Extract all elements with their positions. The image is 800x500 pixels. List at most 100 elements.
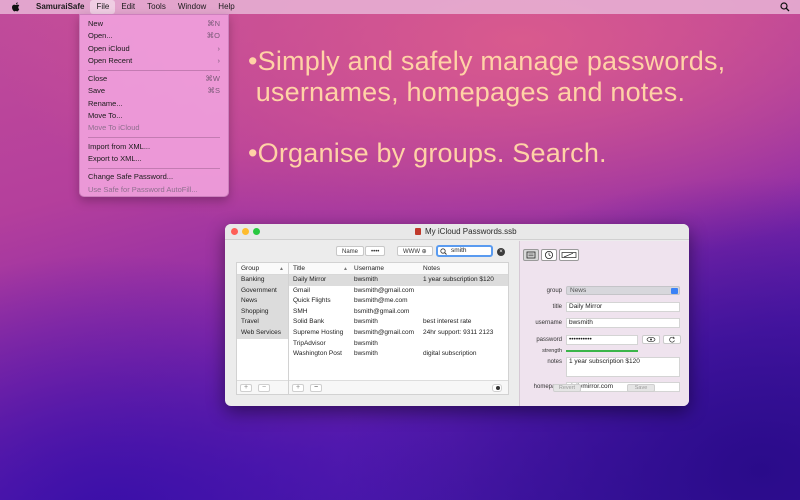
spotlight-search-icon[interactable]: [780, 2, 790, 12]
search-value: smith: [451, 247, 467, 254]
menu-tools[interactable]: Tools: [141, 0, 172, 14]
entry-options-icon[interactable]: [492, 384, 502, 392]
password-strength-bar: [566, 350, 638, 352]
column-header-username[interactable]: Username: [354, 263, 384, 275]
cell-username: bwsmith: [354, 339, 378, 347]
cell-title: Daily Mirror: [293, 276, 327, 283]
group-item-travel[interactable]: Travel: [237, 317, 288, 328]
group-item-banking[interactable]: Banking: [237, 275, 288, 286]
list-toolbar: Name •••• WWW ⊕ smith ×: [225, 241, 519, 259]
menu-file[interactable]: File: [90, 0, 116, 14]
window-titlebar[interactable]: My iCloud Passwords.ssb: [225, 224, 689, 240]
tab-details-icon[interactable]: [523, 249, 539, 261]
menu-item-import-xml[interactable]: Import from XML...: [80, 141, 228, 153]
menu-item-label: Save: [88, 86, 106, 96]
notes-label: notes: [547, 359, 562, 365]
menu-item-open-recent[interactable]: Open Recent ›: [80, 55, 228, 67]
close-window-icon[interactable]: [231, 228, 238, 235]
group-column-header[interactable]: Group ▲: [237, 263, 288, 275]
table-row[interactable]: Washington Post bwsmith digital subscripti…: [289, 349, 508, 360]
cell-title: Solid Bank: [293, 318, 325, 326]
marketing-line-3: •Organise by groups. Search.: [248, 138, 607, 168]
file-menu-dropdown: New ⌘N Open... ⌘O Open iCloud › Open Recent…: [79, 14, 229, 197]
menu-item-change-password[interactable]: Change Safe Password...: [80, 171, 228, 183]
select-arrows-icon: [671, 288, 678, 294]
menu-item-open[interactable]: Open... ⌘O: [80, 30, 228, 42]
open-homepage-button[interactable]: WWW ⊕: [397, 246, 433, 256]
title-label: title: [552, 304, 562, 310]
menu-app-name[interactable]: SamuraiSafe: [30, 0, 90, 14]
cell-title: SMH: [293, 307, 308, 315]
document-icon: [415, 228, 421, 235]
menu-help[interactable]: Help: [212, 0, 240, 14]
copy-password-button[interactable]: ••••: [365, 246, 386, 256]
group-item-government[interactable]: Government: [237, 285, 288, 297]
group-select-value: News: [570, 287, 587, 294]
column-header-title[interactable]: Title: [293, 263, 305, 275]
cell-notes: best interest rate: [423, 318, 472, 326]
menu-bar: SamuraiSafe File Edit Tools Window Help: [0, 0, 800, 14]
cell-title: Quick Flights: [293, 297, 331, 305]
menu-item-export-xml[interactable]: Export to XML...: [80, 153, 228, 165]
username-field[interactable]: bwsmith: [566, 318, 680, 328]
group-item-news[interactable]: News: [237, 296, 288, 307]
group-list: Group ▲ Banking Government News Shopping …: [236, 262, 289, 395]
search-input[interactable]: smith: [436, 245, 493, 257]
title-field[interactable]: Daily Mirror: [566, 302, 680, 312]
cell-username: bsmith@gmail.com: [354, 307, 410, 315]
menu-item-label: Import from XML...: [88, 141, 151, 151]
table-row[interactable]: TripAdvisor bwsmith: [289, 339, 508, 350]
cell-notes: 24hr support: 9311 2123: [423, 328, 494, 336]
table-row[interactable]: Quick Flights bwsmith@me.com: [289, 296, 508, 307]
copy-name-button[interactable]: Name: [336, 246, 365, 256]
add-entry-button[interactable]: +: [292, 384, 304, 392]
homepage-field[interactable]: dailymirror.com: [566, 382, 680, 392]
window-title-text: My iCloud Passwords.ssb: [425, 227, 517, 236]
zoom-window-icon[interactable]: [253, 228, 260, 235]
minimize-window-icon[interactable]: [242, 228, 249, 235]
notes-textarea[interactable]: 1 year subscription $120: [566, 357, 680, 377]
cell-username: bwsmith@me.com: [354, 297, 408, 305]
menu-separator: [88, 137, 220, 139]
remove-entry-button[interactable]: −: [310, 384, 322, 392]
menu-separator: [88, 69, 220, 71]
table-row[interactable]: SMH bsmith@gmail.com: [289, 307, 508, 318]
menu-item-save[interactable]: Save ⌘S: [80, 85, 228, 97]
menu-window[interactable]: Window: [172, 0, 212, 14]
table-row[interactable]: Supreme Hosting bwsmith@gmail.com 24hr sup…: [289, 328, 508, 339]
group-item-shopping[interactable]: Shopping: [237, 306, 288, 318]
menu-item-label: Open Recent: [88, 55, 133, 65]
clear-search-icon[interactable]: ×: [497, 248, 505, 256]
menu-item-move-to[interactable]: Move To...: [80, 110, 228, 122]
table-row[interactable]: Gmail bwsmith@gmail.com: [289, 286, 508, 297]
reveal-password-eye-icon[interactable]: [642, 335, 660, 344]
menu-item-shortcut: ⌘N: [207, 19, 220, 28]
cell-title: Gmail: [293, 286, 310, 294]
revert-button[interactable]: Revert: [553, 384, 581, 392]
menu-item-label: Use Safe for Password AutoFill...: [88, 184, 198, 194]
apple-icon[interactable]: [10, 1, 22, 13]
group-footer: + −: [237, 380, 288, 394]
group-item-web-services[interactable]: Web Services: [237, 327, 288, 339]
column-header-notes[interactable]: Notes: [423, 263, 440, 275]
tab-history-clock-icon[interactable]: [541, 249, 557, 261]
password-field[interactable]: ••••••••••: [566, 335, 638, 345]
remove-group-button[interactable]: −: [258, 384, 270, 392]
cell-username: bwsmith@gmail.com: [354, 286, 415, 294]
submenu-chevron-icon: ›: [217, 55, 221, 65]
menu-edit[interactable]: Edit: [115, 0, 141, 14]
group-select[interactable]: News: [566, 286, 680, 295]
menu-item-new[interactable]: New ⌘N: [80, 18, 228, 30]
submenu-chevron-icon: ›: [217, 43, 221, 53]
table-row[interactable]: Solid Bank bwsmith best interest rate: [289, 317, 508, 328]
regenerate-password-icon[interactable]: [663, 335, 681, 344]
menu-item-rename[interactable]: Rename...: [80, 98, 228, 110]
add-group-button[interactable]: +: [240, 384, 252, 392]
menu-item-close[interactable]: Close ⌘W: [80, 73, 228, 85]
table-row[interactable]: Daily Mirror bwsmith 1 year subscription $…: [289, 275, 508, 286]
tab-password-generator-icon[interactable]: [559, 249, 579, 261]
save-button[interactable]: Save: [627, 384, 655, 392]
menu-item-open-icloud[interactable]: Open iCloud ›: [80, 43, 228, 55]
menu-item-shortcut: ⌘S: [207, 86, 220, 96]
sort-ascending-icon: ▲: [279, 266, 284, 272]
